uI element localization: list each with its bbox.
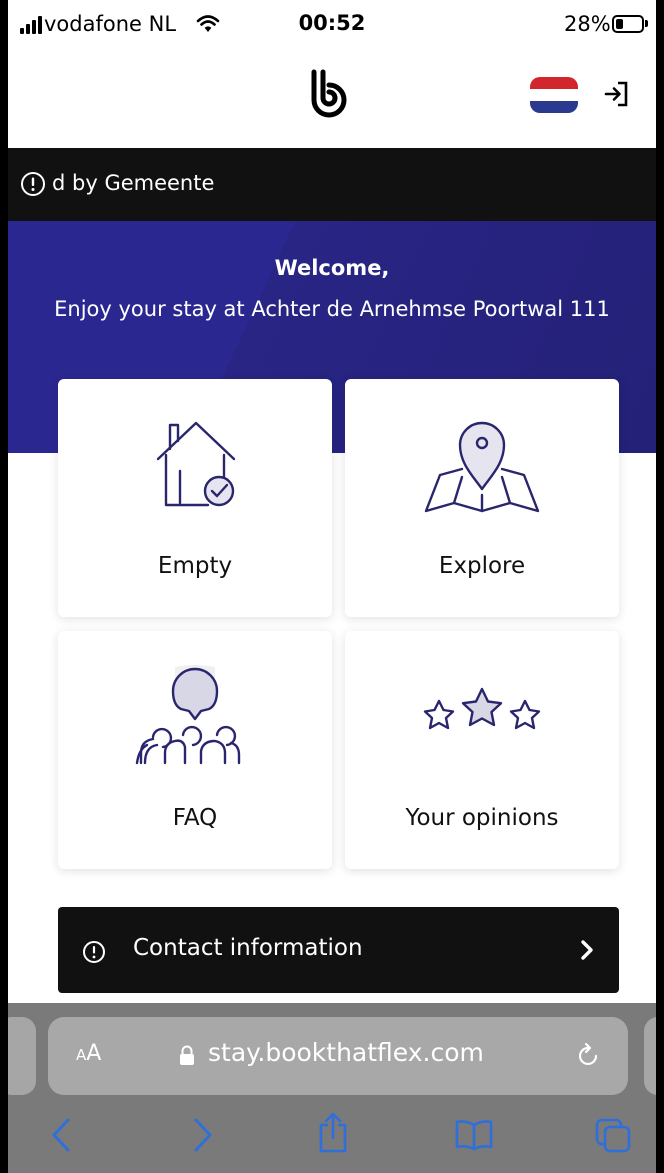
contact-information-label: Contact information bbox=[133, 935, 363, 961]
tile-explore-label: Explore bbox=[438, 553, 526, 579]
three-stars-icon bbox=[423, 687, 541, 730]
welcome-title: Welcome, bbox=[274, 256, 390, 280]
battery-icon bbox=[612, 15, 644, 33]
map-pin-icon bbox=[424, 421, 540, 513]
tile-faq[interactable]: FAQ bbox=[58, 631, 332, 869]
contact-information-button[interactable]: Contact information bbox=[58, 907, 619, 993]
previous-tab-preview[interactable] bbox=[8, 1017, 36, 1095]
people-chat-icon bbox=[135, 665, 241, 765]
tile-your-opinions[interactable]: Your opinions bbox=[345, 631, 619, 869]
forward-icon[interactable] bbox=[192, 1117, 214, 1153]
info-circle-icon bbox=[21, 172, 45, 196]
device-frame-right bbox=[656, 0, 664, 1173]
tile-your-opinions-label: Your opinions bbox=[405, 805, 559, 831]
tile-explore[interactable]: Explore bbox=[345, 379, 619, 617]
info-circle-icon bbox=[83, 941, 105, 963]
status-time: 00:52 bbox=[298, 11, 366, 35]
lock-icon bbox=[180, 1045, 194, 1065]
house-check-icon bbox=[156, 421, 236, 507]
browser-chrome: AA stay.bookthatflex.com bbox=[8, 1003, 656, 1173]
notice-text: d by Gemeente bbox=[52, 171, 215, 195]
app-header bbox=[8, 52, 656, 148]
bookthatflex-logo-icon[interactable] bbox=[304, 66, 352, 120]
next-tab-preview[interactable] bbox=[644, 1017, 656, 1095]
login-icon[interactable] bbox=[604, 80, 630, 108]
reload-icon[interactable] bbox=[576, 1040, 602, 1068]
welcome-subtitle: Enjoy your stay at Achter de Arnehmse Po… bbox=[54, 297, 610, 321]
text-size-button[interactable]: AA bbox=[76, 1041, 101, 1066]
tabs-icon[interactable] bbox=[594, 1117, 632, 1153]
url-text[interactable]: stay.bookthatflex.com bbox=[208, 1038, 484, 1067]
status-bar: vodafone NL 00:52 28% bbox=[8, 0, 656, 52]
device-frame-left bbox=[0, 0, 8, 1173]
browser-toolbar bbox=[8, 1107, 656, 1173]
battery-level bbox=[616, 19, 623, 29]
battery-tip bbox=[645, 20, 648, 27]
share-icon[interactable] bbox=[318, 1111, 348, 1153]
chevron-right-icon bbox=[581, 940, 593, 960]
bookmarks-icon[interactable] bbox=[454, 1119, 494, 1151]
address-bar[interactable]: AA stay.bookthatflex.com bbox=[48, 1017, 628, 1095]
phone-screen: vodafone NL 00:52 28% d by Gemeente Welc… bbox=[8, 0, 656, 1173]
tile-faq-label: FAQ bbox=[172, 805, 218, 831]
tile-empty[interactable]: Empty bbox=[58, 379, 332, 617]
tile-empty-label: Empty bbox=[157, 553, 233, 579]
battery-percent: 28% bbox=[564, 12, 611, 36]
netherlands-flag-icon[interactable] bbox=[530, 77, 578, 113]
back-icon[interactable] bbox=[50, 1117, 72, 1153]
notice-banner: d by Gemeente bbox=[8, 148, 656, 221]
